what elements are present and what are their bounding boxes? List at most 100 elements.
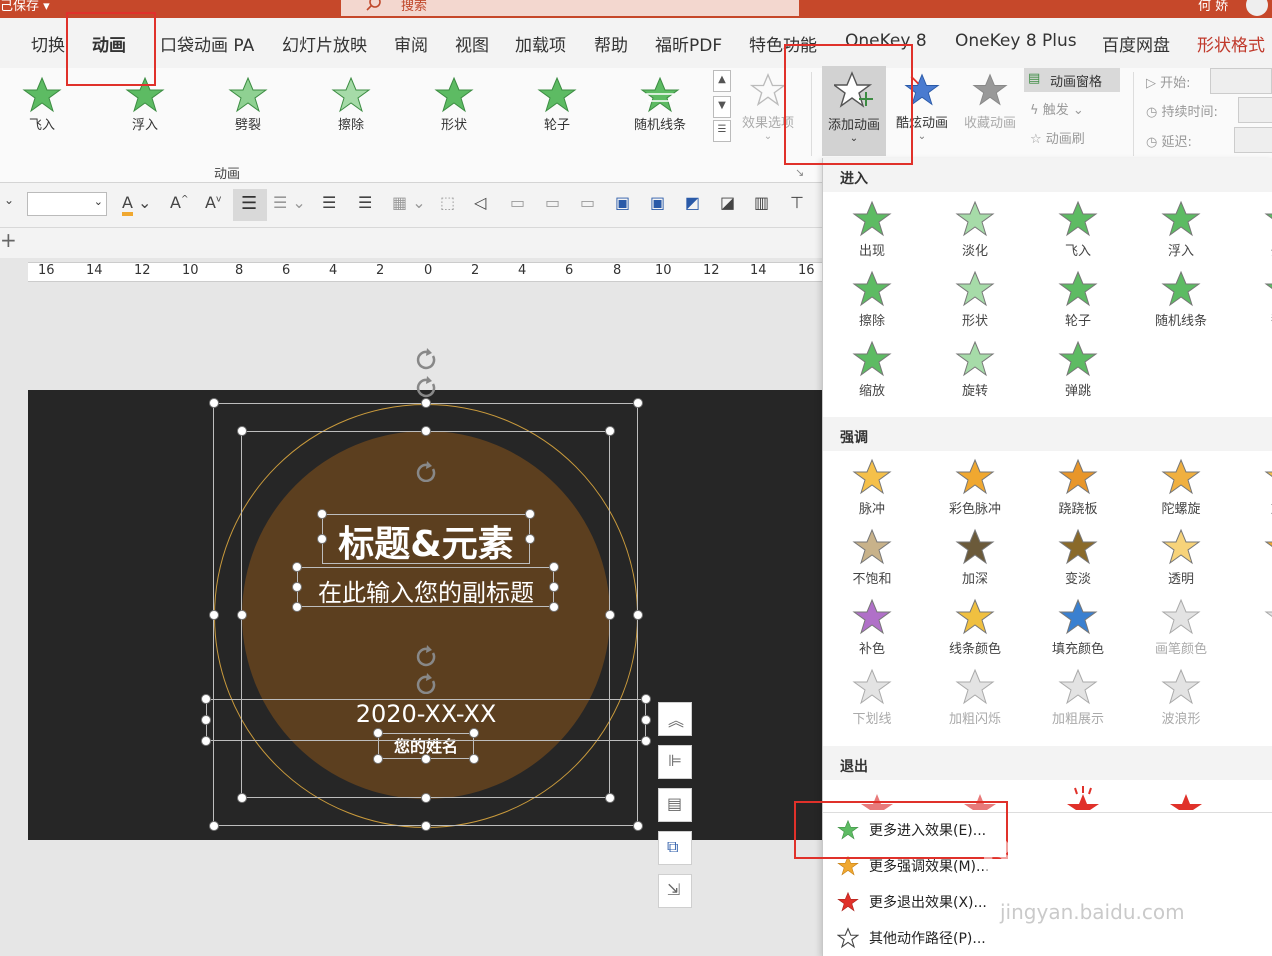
entrance-effect[interactable]: 弹跳 <box>1033 340 1123 399</box>
entrance-effect[interactable]: 形状 <box>930 270 1020 329</box>
resize-handle[interactable] <box>421 821 431 831</box>
entrance-effect[interactable]: 淡化 <box>930 200 1020 259</box>
exit-star-icon[interactable] <box>1166 790 1206 810</box>
resize-handle[interactable] <box>421 754 431 764</box>
entrance-effect[interactable]: 浮入 <box>1136 200 1226 259</box>
delay-input[interactable] <box>1234 127 1272 153</box>
gallery-shape[interactable]: 形状 <box>419 76 489 133</box>
resize-handle[interactable] <box>209 610 219 620</box>
emphasis-effect[interactable]: 透明 <box>1136 528 1226 587</box>
entrance-effect[interactable]: 出现 <box>827 200 917 259</box>
resize-handle[interactable] <box>549 582 559 592</box>
tab-shape-format[interactable]: 形状格式 <box>1197 31 1265 56</box>
resize-handle[interactable] <box>525 509 535 519</box>
table-icon[interactable]: ▦ ⌄ <box>392 193 426 212</box>
tab-transitions[interactable]: 切换 <box>31 31 65 56</box>
resize-handle[interactable] <box>633 610 643 620</box>
tab-review[interactable]: 审阅 <box>394 31 428 56</box>
text-box-icon[interactable]: ▣ <box>615 193 630 212</box>
resize-handle[interactable] <box>201 694 211 704</box>
emphasis-effect[interactable]: 补色 <box>827 598 917 657</box>
emphasis-effect[interactable]: 不饱和 <box>827 528 917 587</box>
entrance-effect[interactable]: 轮子 <box>1033 270 1123 329</box>
collect-animation-button[interactable]: 收藏动画 <box>958 72 1022 131</box>
emphasis-effect[interactable]: 加粗展示 <box>1033 668 1123 727</box>
avatar[interactable] <box>1246 0 1268 16</box>
tab-baidu-netdisk[interactable]: 百度网盘 <box>1102 31 1170 56</box>
chevron-down-icon[interactable]: ⌄ <box>4 193 14 207</box>
text-frame-icon[interactable]: ▣ <box>650 193 665 212</box>
box-top-icon[interactable]: ▭ <box>580 193 595 212</box>
emphasis-effect[interactable]: 彩色脉冲 <box>930 458 1020 517</box>
resize-handle[interactable] <box>641 736 651 746</box>
resize-handle[interactable] <box>209 821 219 831</box>
box-bottom-icon[interactable]: ▭ <box>545 193 560 212</box>
bullets-icon[interactable]: ☰ ⌄ <box>273 193 306 212</box>
resize-handle[interactable] <box>237 793 247 803</box>
resize-handle[interactable] <box>605 793 615 803</box>
emphasis-effect[interactable]: 加粗闪烁 <box>930 668 1020 727</box>
gallery-split[interactable]: 劈裂 <box>213 76 283 133</box>
resize-handle[interactable] <box>201 715 211 725</box>
resize-handle[interactable] <box>201 736 211 746</box>
resize-handle[interactable] <box>373 728 383 738</box>
resize-handle[interactable] <box>237 426 247 436</box>
resize-handle[interactable] <box>605 426 615 436</box>
tab-foxit-pdf[interactable]: 福昕PDF <box>655 31 722 56</box>
search-box[interactable]: 搜索 <box>341 0 799 16</box>
dialog-launcher-icon[interactable]: ↘ <box>795 166 804 179</box>
tab-addins[interactable]: 加载项 <box>515 31 566 56</box>
entrance-effect[interactable]: 擦除 <box>827 270 917 329</box>
emphasis-effect[interactable]: 填充颜色 <box>1033 598 1123 657</box>
resize-handle[interactable] <box>641 715 651 725</box>
chart-icon[interactable]: ▥ <box>754 193 769 212</box>
resize-handle[interactable] <box>469 728 479 738</box>
resize-handle[interactable] <box>469 754 479 764</box>
entrance-effect[interactable]: 缩放 <box>827 340 917 399</box>
resize-handle[interactable] <box>292 602 302 612</box>
gallery-scroll-up[interactable]: ▲ <box>713 70 731 92</box>
tab-slideshow[interactable]: 幻灯片放映 <box>282 31 367 56</box>
font-size-select[interactable]: ⌄ <box>27 192 107 216</box>
emphasis-effect[interactable]: 字 <box>1239 598 1272 657</box>
align-objects-button[interactable]: ⊫ <box>658 745 692 779</box>
tab-view[interactable]: 视图 <box>455 31 489 56</box>
font-color-button[interactable]: A ⌄ <box>122 193 151 216</box>
resize-handle[interactable] <box>525 534 535 544</box>
resize-button[interactable]: ⇲ <box>658 874 692 908</box>
gallery-random-bars[interactable]: 随机线条 <box>625 76 695 133</box>
resize-handle[interactable] <box>633 821 643 831</box>
emphasis-effect[interactable]: 陀螺旋 <box>1136 458 1226 517</box>
align-left-icon[interactable]: ☰ <box>322 193 336 212</box>
emphasis-effect[interactable]: 放大 <box>1239 458 1272 517</box>
emphasis-effect[interactable]: 下划线 <box>827 668 917 727</box>
exit-star-icon[interactable] <box>1063 786 1103 810</box>
tab-help[interactable]: 帮助 <box>594 31 628 56</box>
rotate-handle-icon[interactable] <box>412 347 442 401</box>
start-select[interactable] <box>1210 68 1272 94</box>
format-painter-icon[interactable]: ⊤ <box>790 193 804 212</box>
gallery-wheel[interactable]: 轮子 <box>522 76 592 133</box>
resize-handle[interactable] <box>292 562 302 572</box>
emphasis-effect[interactable]: 脉冲 <box>827 458 917 517</box>
resize-handle[interactable] <box>373 754 383 764</box>
entrance-effect[interactable]: 劈裂 <box>1239 200 1272 259</box>
resize-handle[interactable] <box>549 602 559 612</box>
resize-handle[interactable] <box>292 582 302 592</box>
increase-font-icon[interactable]: A^ <box>170 193 189 212</box>
emphasis-effect[interactable]: 跷跷板 <box>1033 458 1123 517</box>
group-icon[interactable]: ⬚ <box>440 193 455 212</box>
resize-handle[interactable] <box>421 426 431 436</box>
tab-onekey8-plus[interactable]: OneKey 8 Plus <box>955 31 1077 51</box>
plus-icon[interactable]: + <box>0 228 17 252</box>
arrow-left-icon[interactable]: ◁ <box>474 193 486 212</box>
animation-pane-button[interactable]: ▤ 动画窗格 <box>1024 68 1120 92</box>
box-icon[interactable]: ▭ <box>510 193 525 212</box>
decrease-font-icon[interactable]: Av <box>205 193 221 212</box>
align-right-icon[interactable]: ☰ <box>358 193 372 212</box>
animation-painter-button[interactable]: ☆ 动画刷 <box>1030 128 1085 147</box>
resize-handle[interactable] <box>421 793 431 803</box>
resize-handle[interactable] <box>317 509 327 519</box>
align-center-button[interactable]: ☰ <box>233 189 267 221</box>
tab-pocket-animation[interactable]: 口袋动画 PA <box>160 31 254 56</box>
